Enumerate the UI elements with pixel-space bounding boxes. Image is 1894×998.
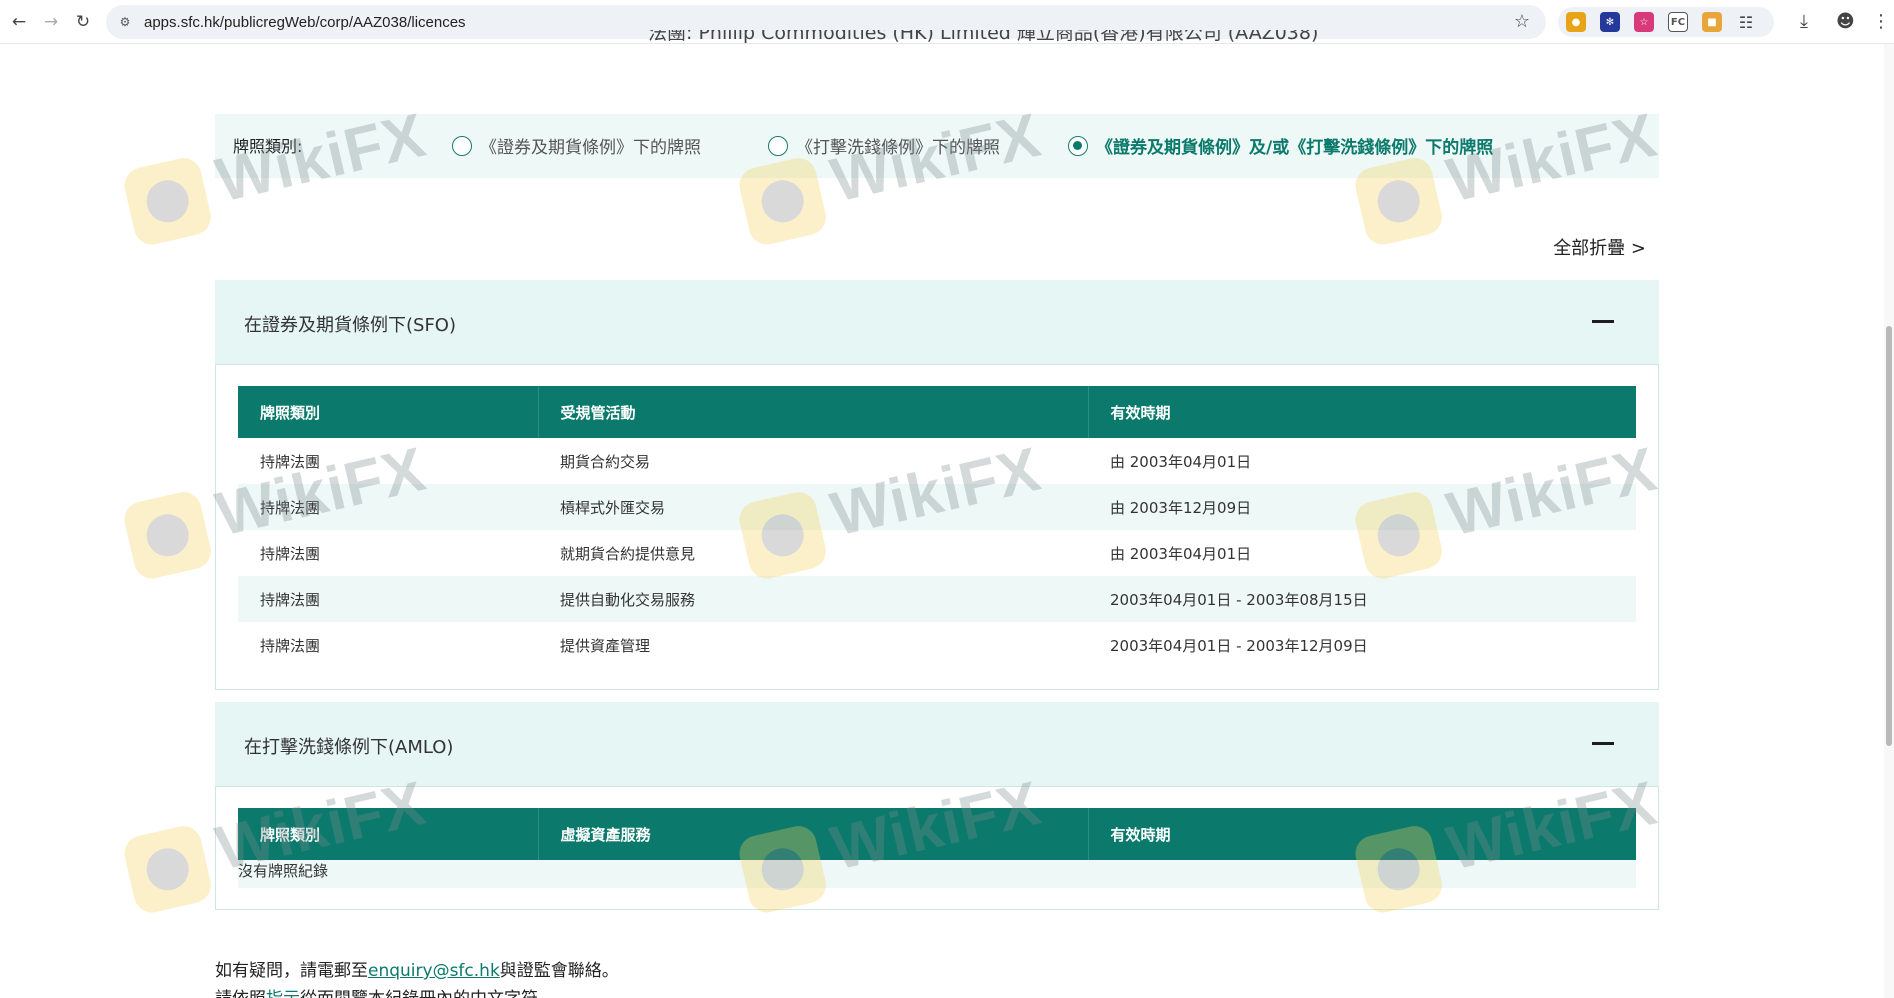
table-cell: 提供資產管理 <box>560 636 651 655</box>
table-row: 持牌法團 槓桿式外匯交易 由 2003年12月09日 <box>238 484 1636 530</box>
extensions-bar: ● ✻ ☆ FC ■ ☷ <box>1558 7 1774 37</box>
puzzle-icon[interactable]: ☷ <box>1736 12 1756 32</box>
table-header-row: 牌照類別 虛擬資產服務 有效時期 <box>238 808 1636 860</box>
profile-icon[interactable]: ☻ <box>1836 11 1855 32</box>
bookmark-star-icon[interactable]: ☆ <box>1514 11 1530 32</box>
licence-type-filter: 牌照類別: 《證券及期貨條例》下的牌照 《打擊洗錢條例》下的牌照 《證券及期貨條… <box>215 114 1659 178</box>
amlo-section-body: 牌照類別 虛擬資產服務 有效時期 沒有牌照紀錄 <box>215 786 1659 910</box>
table-cell: 持牌法團 <box>260 452 321 471</box>
radio-icon[interactable] <box>452 135 472 156</box>
table-row: 持牌法團 提供自動化交易服務 2003年04月01日 - 2003年08月15日 <box>238 576 1636 622</box>
table-row: 持牌法團 提供資產管理 2003年04月01日 - 2003年12月09日 <box>238 622 1636 668</box>
table-row: 持牌法團 就期貨合約提供意見 由 2003年04月01日 <box>238 530 1636 576</box>
table-header-row: 牌照類別 受規管活動 有效時期 <box>238 386 1636 438</box>
sfo-section-title: 在證券及期貨條例下(SFO) <box>244 315 456 336</box>
collapse-minus-icon[interactable] <box>1592 742 1614 745</box>
collapse-minus-icon[interactable] <box>1592 320 1614 323</box>
extension-icon[interactable]: ✻ <box>1600 12 1620 32</box>
table-cell: 2003年04月01日 - 2003年08月15日 <box>1088 576 1636 622</box>
table-cell: 持牌法團 <box>238 484 538 530</box>
instructions-line: 請依照指示從而閱覽本紀錄冊內的中文字符。 <box>215 984 555 998</box>
column-header: 牌照類別 <box>238 386 539 438</box>
column-header: 有效時期 <box>1088 808 1636 860</box>
scrollbar-thumb[interactable] <box>1886 326 1892 746</box>
collapse-all-link[interactable]: 全部折疊 > <box>1553 234 1646 260</box>
radio-amlo-licence[interactable]: 《打擊洗錢條例》下的牌照 <box>768 133 1000 158</box>
enquiry-line: 如有疑問，請電郵至enquiry@sfc.hk與證監會聯絡。 <box>215 961 619 981</box>
back-icon[interactable]: ← <box>6 9 32 35</box>
scrollbar[interactable] <box>1884 44 1894 998</box>
amlo-section-title: 在打擊洗錢條例下(AMLO) <box>244 737 454 758</box>
licence-type-label: 牌照類別: <box>233 137 303 156</box>
site-info-icon[interactable]: ⚙ <box>114 11 136 33</box>
corporation-title: 法團: Phillip Commodities (HK) Limited 輝立商… <box>648 30 1319 44</box>
radio-sfo-or-amlo-licence[interactable]: 《證券及期貨條例》及/或《打擊洗錢條例》下的牌照 <box>1068 133 1493 158</box>
menu-icon[interactable]: ⋮ <box>1872 11 1890 32</box>
email-link[interactable]: enquiry@sfc.hk <box>368 961 500 981</box>
table-cell: 提供自動化交易服務 <box>538 576 1088 622</box>
table-cell: 持牌法團 <box>260 544 321 563</box>
no-record-text: 沒有牌照紀錄 <box>238 860 1636 888</box>
column-header: 有效時期 <box>1088 386 1636 438</box>
sfo-section-header[interactable]: 在證券及期貨條例下(SFO) <box>215 280 1659 364</box>
extension-icon[interactable]: ☆ <box>1634 12 1654 32</box>
table-cell: 由 2003年04月01日 <box>1110 452 1252 471</box>
table-cell: 持牌法團 <box>238 576 538 622</box>
radio-icon[interactable] <box>768 135 788 156</box>
extension-icon[interactable]: ■ <box>1702 12 1722 32</box>
column-header: 虛擬資產服務 <box>538 808 1089 860</box>
watermark-shield-icon <box>120 488 215 583</box>
table-cell: 持牌法團 <box>260 636 321 655</box>
reload-icon[interactable]: ↻ <box>70 9 96 35</box>
url-text[interactable]: apps.sfc.hk/publicregWeb/corp/AAZ038/lic… <box>144 14 466 31</box>
instructions-link[interactable]: 指示 <box>266 989 300 998</box>
forward-icon[interactable]: → <box>38 9 64 35</box>
amlo-section-header[interactable]: 在打擊洗錢條例下(AMLO) <box>215 702 1659 786</box>
watermark-shield-icon <box>120 822 215 917</box>
table-cell: 2003年04月01日 - 2003年12月09日 <box>1110 636 1368 655</box>
table-cell: 就期貨合約提供意見 <box>560 544 696 563</box>
watermark-shield-icon <box>120 154 215 249</box>
extension-icon[interactable]: FC <box>1668 12 1688 32</box>
column-header: 受規管活動 <box>538 386 1089 438</box>
sfo-section-body: 牌照類別 受規管活動 有效時期 持牌法團 期貨合約交易 由 2003年04月01… <box>215 364 1659 690</box>
table-row: 持牌法團 期貨合約交易 由 2003年04月01日 <box>238 438 1636 484</box>
radio-sfo-licence[interactable]: 《證券及期貨條例》下的牌照 <box>452 133 701 158</box>
table-cell: 由 2003年12月09日 <box>1088 484 1636 530</box>
table-cell: 由 2003年04月01日 <box>1110 544 1252 563</box>
sfo-licence-table: 牌照類別 受規管活動 有效時期 持牌法團 期貨合約交易 由 2003年04月01… <box>238 386 1636 668</box>
amlo-licence-table: 牌照類別 虛擬資產服務 有效時期 <box>238 808 1636 860</box>
table-cell: 期貨合約交易 <box>560 452 651 471</box>
download-icon[interactable]: ⤓ <box>1800 11 1808 32</box>
table-cell: 槓桿式外匯交易 <box>538 484 1088 530</box>
radio-checked-icon[interactable] <box>1068 135 1088 156</box>
column-header: 牌照類別 <box>238 808 539 860</box>
extension-icon[interactable]: ● <box>1566 12 1586 32</box>
